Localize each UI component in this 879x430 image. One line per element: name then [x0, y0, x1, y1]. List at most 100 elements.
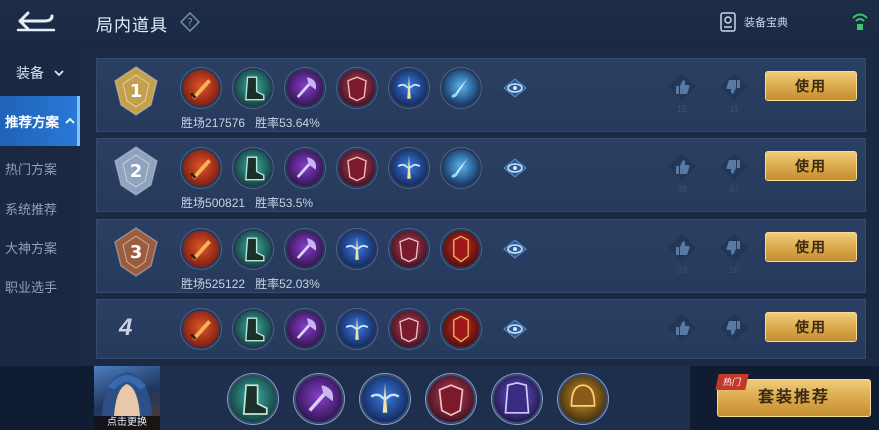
boots-icon[interactable]: [233, 309, 273, 349]
dislike-count: 11: [729, 104, 739, 114]
codex-icon: [720, 12, 736, 32]
axe-icon[interactable]: [294, 374, 344, 424]
winged-blade-icon[interactable]: [389, 68, 429, 108]
plan-stats: 胜场525122 胜率52.03%: [181, 275, 320, 292]
hero-avatar[interactable]: 点击更换: [94, 366, 160, 430]
sidebar-item-label: 热门方案: [5, 161, 58, 177]
rank-number: 3: [130, 242, 143, 263]
top-bar: 局内道具 ? 装备宝典: [0, 0, 879, 44]
sidebar-item-label: 职业选手: [5, 279, 58, 295]
armor-icon[interactable]: [426, 374, 476, 424]
sword-icon[interactable]: [181, 148, 221, 188]
axe-icon[interactable]: [285, 68, 325, 108]
view-details-eye-icon[interactable]: [502, 157, 528, 179]
sidebar-group-label: 装备: [16, 65, 44, 81]
back-arrow-icon[interactable]: [14, 8, 58, 34]
plan-stats: 胜场217576 胜率53.64%: [181, 114, 320, 131]
equipment-codex-button[interactable]: 装备宝典: [718, 10, 788, 34]
rank-1-badge-icon: 1: [114, 66, 158, 116]
hero-portrait-icon: [102, 372, 152, 416]
wins-value: 500821: [205, 196, 246, 210]
boots-icon[interactable]: [228, 374, 278, 424]
help-icon[interactable]: ?: [180, 12, 200, 32]
thumb-up-icon[interactable]: [667, 233, 697, 263]
ice-blade-icon[interactable]: [441, 148, 481, 188]
thumb-down-icon[interactable]: [719, 233, 749, 263]
plan-stats: 胜场500821 胜率53.5%: [181, 194, 313, 211]
bottom-bar: 点击更换 套装推荐 热门: [0, 366, 879, 430]
rank-number: 1: [130, 81, 143, 102]
use-button[interactable]: 使用: [765, 312, 857, 342]
thumb-down-icon[interactable]: [719, 152, 749, 182]
thumb-up-icon[interactable]: [667, 313, 697, 343]
sidebar-item-system[interactable]: 系统推荐: [0, 190, 80, 226]
thumb-up-icon[interactable]: [667, 72, 697, 102]
boots-icon[interactable]: [233, 148, 273, 188]
winged-blade-icon[interactable]: [360, 374, 410, 424]
gold-helm-icon[interactable]: [558, 374, 608, 424]
plan-item-list: [181, 229, 481, 269]
armor-icon[interactable]: [337, 68, 377, 108]
plan-row-3: 3 胜场525122 胜率52.03% 33 16 使用: [96, 219, 866, 293]
svg-text:?: ?: [187, 16, 193, 29]
hot-badge: 热门: [715, 374, 749, 390]
boots-icon[interactable]: [233, 229, 273, 269]
use-button[interactable]: 使用: [765, 232, 857, 262]
page-title: 局内道具: [96, 16, 168, 35]
win-rate-label: 胜率: [255, 196, 280, 210]
sword-icon[interactable]: [181, 309, 221, 349]
wifi-icon: [852, 13, 868, 30]
use-button[interactable]: 使用: [765, 71, 857, 101]
thumb-down-icon[interactable]: [719, 313, 749, 343]
armor-icon[interactable]: [389, 229, 429, 269]
red-armor-icon[interactable]: [441, 229, 481, 269]
winged-blade-icon[interactable]: [389, 148, 429, 188]
plan-item-list: [181, 309, 481, 349]
sidebar: 装备 推荐方案 热门方案 系统推荐 大神方案 职业选手: [0, 44, 80, 366]
thumb-down-icon[interactable]: [719, 72, 749, 102]
sidebar-item-recommended[interactable]: 推荐方案: [0, 96, 80, 146]
winged-blade-icon[interactable]: [337, 229, 377, 269]
win-rate-value: 53.64%: [279, 116, 320, 130]
codex-label: 装备宝典: [744, 17, 788, 29]
axe-icon[interactable]: [285, 229, 325, 269]
armor-icon[interactable]: [389, 309, 429, 349]
plan-item-list: [181, 68, 481, 108]
view-details-eye-icon[interactable]: [502, 238, 528, 260]
sidebar-group-equipment[interactable]: 装备: [0, 58, 80, 88]
view-details-eye-icon[interactable]: [502, 318, 528, 340]
rank-number: 2: [130, 161, 143, 182]
chevron-up-icon: [65, 117, 75, 124]
win-rate-label: 胜率: [255, 116, 280, 130]
plan-row-2: 2 胜场500821 胜率53.5% 38 47 使用: [96, 138, 866, 212]
sidebar-item-label: 大神方案: [5, 240, 58, 256]
red-armor-icon[interactable]: [441, 309, 481, 349]
plan-row-4: 4 使用: [96, 299, 866, 359]
chevron-down-icon: [54, 70, 64, 77]
axe-icon[interactable]: [285, 309, 325, 349]
rank-2-badge-icon: 2: [114, 146, 158, 196]
suit-build-strip: [160, 366, 690, 430]
wins-value: 525122: [205, 277, 246, 291]
wins-label: 胜场: [181, 196, 206, 210]
armor-icon[interactable]: [337, 148, 377, 188]
ice-blade-icon[interactable]: [441, 68, 481, 108]
hero-change-label: 点击更换: [94, 416, 160, 430]
winged-blade-icon[interactable]: [337, 309, 377, 349]
sword-icon[interactable]: [181, 229, 221, 269]
thumb-up-icon[interactable]: [667, 152, 697, 182]
axe-icon[interactable]: [285, 148, 325, 188]
sidebar-item-label: 系统推荐: [5, 201, 58, 217]
sidebar-item-pro-player[interactable]: 职业选手: [0, 268, 80, 304]
like-count: 33: [676, 265, 687, 275]
dislike-count: 16: [728, 265, 739, 275]
boots-icon[interactable]: [233, 68, 273, 108]
view-details-eye-icon[interactable]: [502, 77, 528, 99]
use-button[interactable]: 使用: [765, 151, 857, 181]
sidebar-item-master[interactable]: 大神方案: [0, 229, 80, 265]
purple-armor-icon[interactable]: [492, 374, 542, 424]
win-rate-label: 胜率: [255, 277, 280, 291]
sword-icon[interactable]: [181, 68, 221, 108]
sidebar-item-popular[interactable]: 热门方案: [0, 150, 80, 186]
sidebar-active-label: 推荐方案: [5, 115, 59, 130]
